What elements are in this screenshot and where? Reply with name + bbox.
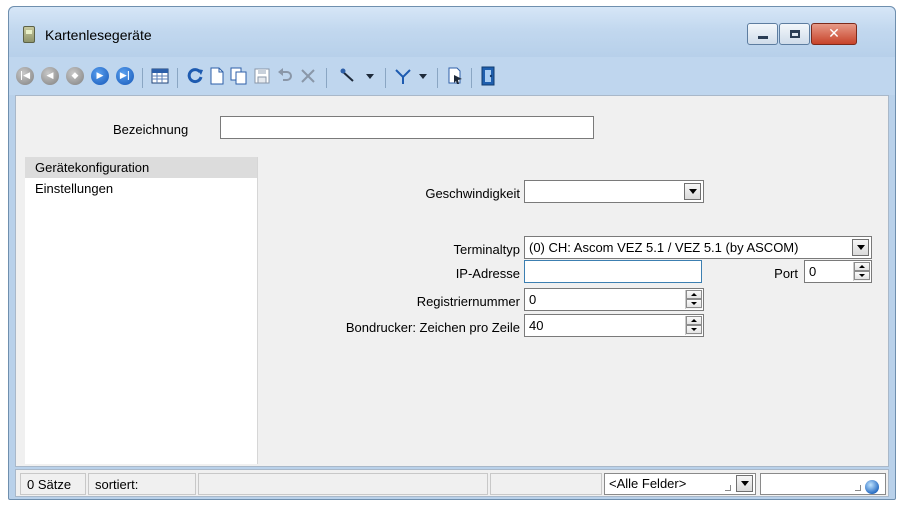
toolbar-separator bbox=[142, 68, 143, 88]
registriernummer-stepper[interactable]: 0 bbox=[524, 288, 704, 311]
bondrucker-value: 40 bbox=[529, 318, 544, 333]
bezeichnung-input[interactable] bbox=[220, 116, 594, 139]
application-window: Kartenlesegeräte ✕ |◀ ◀ ◆ ▶ ▶| Bezeichnu… bbox=[8, 6, 896, 500]
close-icon: ✕ bbox=[828, 26, 840, 42]
geschwindigkeit-dropdown-button[interactable] bbox=[684, 183, 701, 200]
new-document-icon bbox=[210, 67, 224, 85]
registriernummer-spin-buttons[interactable] bbox=[685, 290, 702, 309]
port-increment-button[interactable] bbox=[854, 262, 870, 271]
toolbar-separator bbox=[177, 68, 178, 88]
bondrucker-increment-button[interactable] bbox=[686, 316, 702, 325]
toolbar-separator bbox=[471, 68, 472, 88]
port-value: 0 bbox=[809, 264, 817, 279]
export-button[interactable] bbox=[445, 66, 465, 86]
bezeichnung-label: Bezeichnung bbox=[113, 122, 189, 137]
terminaltyp-label: Terminaltyp bbox=[453, 242, 520, 257]
toolbar-separator bbox=[385, 68, 386, 88]
field-filter-value: <Alle Felder> bbox=[609, 476, 687, 491]
last-record-icon: ▶| bbox=[116, 67, 134, 85]
ip-adresse-input[interactable] bbox=[524, 260, 702, 283]
export-icon bbox=[448, 67, 462, 84]
port-spin-buttons[interactable] bbox=[853, 262, 870, 281]
field-filter-dropdown-button[interactable] bbox=[736, 475, 753, 492]
card-reader-app-icon bbox=[23, 26, 35, 43]
globe-search-icon[interactable] bbox=[865, 480, 879, 494]
filter-button[interactable] bbox=[393, 66, 413, 86]
bondrucker-zeichen-stepper[interactable]: 40 bbox=[524, 314, 704, 337]
port-decrement-button[interactable] bbox=[854, 271, 870, 280]
refresh-button[interactable] bbox=[185, 66, 205, 86]
table-view-button[interactable] bbox=[150, 66, 170, 86]
maximize-button[interactable] bbox=[779, 23, 810, 45]
toolbar: |◀ ◀ ◆ ▶ ▶| bbox=[9, 57, 895, 95]
terminaltyp-select[interactable]: (0) CH: Ascom VEZ 5.1 / VEZ 5.1 (by ASCO… bbox=[524, 236, 872, 259]
next-record-icon: ▶ bbox=[91, 67, 109, 85]
bondrucker-spin-buttons[interactable] bbox=[685, 316, 702, 335]
registriernummer-value: 0 bbox=[529, 292, 537, 307]
maximize-icon bbox=[789, 30, 800, 38]
delete-button[interactable] bbox=[298, 66, 318, 86]
resize-grip bbox=[725, 485, 731, 491]
minimize-icon bbox=[757, 36, 768, 39]
terminaltyp-dropdown-button[interactable] bbox=[852, 239, 869, 256]
record-count: 0 Sätze bbox=[20, 473, 86, 495]
section-navigation: Gerätekonfiguration Einstellungen bbox=[25, 157, 258, 464]
copy-icon bbox=[230, 67, 247, 85]
status-panel bbox=[490, 473, 602, 495]
resize-grip bbox=[855, 485, 861, 491]
terminaltyp-value: (0) CH: Ascom VEZ 5.1 / VEZ 5.1 (by ASCO… bbox=[529, 240, 799, 255]
exit-icon bbox=[481, 66, 495, 86]
content-area: Bezeichnung Gerätekonfiguration Einstell… bbox=[15, 95, 889, 467]
delete-icon bbox=[301, 69, 315, 83]
exit-button[interactable] bbox=[478, 66, 498, 86]
first-record-button[interactable]: |◀ bbox=[15, 66, 35, 86]
pin-button[interactable] bbox=[338, 66, 358, 86]
new-document-button[interactable] bbox=[207, 66, 227, 86]
port-stepper[interactable]: 0 bbox=[804, 260, 872, 283]
undo-button[interactable] bbox=[275, 66, 295, 86]
port-label: Port bbox=[774, 266, 798, 281]
registriernummer-increment-button[interactable] bbox=[686, 290, 702, 299]
previous-record-icon: ◀ bbox=[41, 67, 59, 85]
search-record-icon: ◆ bbox=[66, 67, 84, 85]
refresh-icon bbox=[187, 68, 203, 84]
ip-adresse-label: IP-Adresse bbox=[455, 266, 520, 281]
status-bar: 0 Sätze sortiert: <Alle Felder> bbox=[15, 469, 889, 497]
quick-search-input[interactable] bbox=[760, 473, 886, 495]
bondrucker-label: Bondrucker: Zeichen pro Zeile bbox=[345, 320, 520, 335]
field-filter-select[interactable]: <Alle Felder> bbox=[604, 473, 756, 495]
status-panel bbox=[198, 473, 488, 495]
toolbar-separator bbox=[326, 68, 327, 88]
geschwindigkeit-label: Geschwindigkeit bbox=[425, 186, 520, 201]
next-record-button[interactable]: ▶ bbox=[90, 66, 110, 86]
search-record-button[interactable]: ◆ bbox=[65, 66, 85, 86]
window-title: Kartenlesegeräte bbox=[45, 27, 152, 43]
sort-status: sortiert: bbox=[88, 473, 196, 495]
title-bar[interactable]: Kartenlesegeräte ✕ bbox=[9, 7, 895, 57]
copy-button[interactable] bbox=[229, 66, 249, 86]
undo-icon bbox=[278, 68, 292, 81]
last-record-button[interactable]: ▶| bbox=[115, 66, 135, 86]
first-record-icon: |◀ bbox=[16, 67, 34, 85]
registriernummer-label: Registriernummer bbox=[416, 294, 520, 309]
pin-icon bbox=[340, 68, 354, 82]
minimize-button[interactable] bbox=[747, 23, 778, 45]
close-button[interactable]: ✕ bbox=[811, 23, 857, 45]
filter-icon bbox=[395, 69, 411, 84]
table-view-icon bbox=[151, 68, 169, 84]
previous-record-button[interactable]: ◀ bbox=[40, 66, 60, 86]
sidebar-item-geraetekonfiguration[interactable]: Gerätekonfiguration bbox=[25, 157, 257, 178]
registriernummer-decrement-button[interactable] bbox=[686, 299, 702, 308]
save-icon bbox=[254, 68, 270, 84]
save-button[interactable] bbox=[252, 66, 272, 86]
toolbar-separator bbox=[437, 68, 438, 88]
sidebar-item-einstellungen[interactable]: Einstellungen bbox=[25, 178, 257, 199]
pin-dropdown-arrow[interactable] bbox=[366, 74, 374, 79]
geschwindigkeit-select[interactable] bbox=[524, 180, 704, 203]
filter-dropdown-arrow[interactable] bbox=[419, 74, 427, 79]
bondrucker-decrement-button[interactable] bbox=[686, 325, 702, 334]
